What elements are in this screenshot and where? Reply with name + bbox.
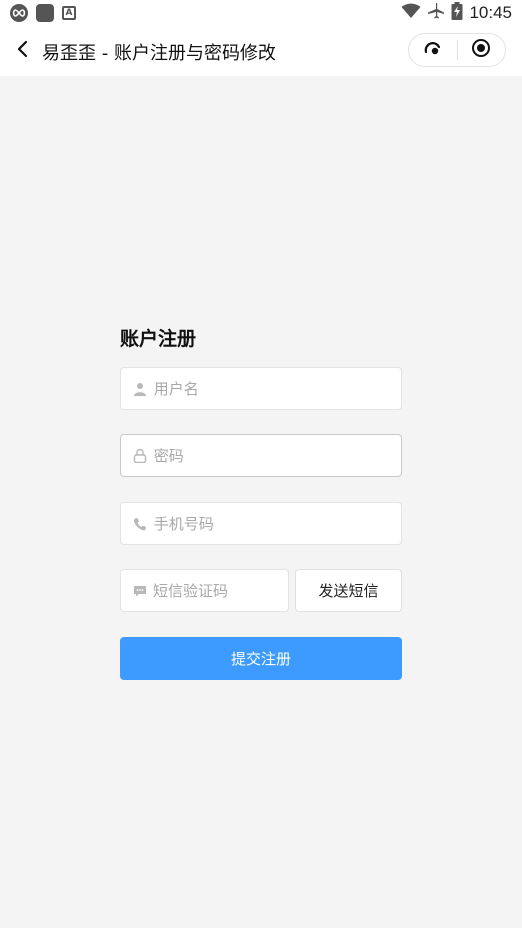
- airplane-icon: [427, 2, 445, 24]
- close-button[interactable]: [457, 34, 505, 66]
- status-time: 10:45: [469, 3, 512, 22]
- lock-icon: [133, 448, 148, 464]
- phone-field[interactable]: [120, 502, 402, 545]
- user-icon: [133, 381, 148, 397]
- username-field[interactable]: [120, 367, 402, 410]
- status-right-icons: 10:45: [401, 2, 512, 24]
- more-dots-icon: [423, 40, 443, 60]
- form-title: 账户注册: [120, 328, 197, 350]
- sms-code-field[interactable]: [120, 569, 289, 612]
- battery-charging-icon: [451, 2, 463, 24]
- phone-icon: [133, 516, 148, 532]
- app-square-icon: [36, 4, 54, 22]
- send-sms-button[interactable]: 发送短信: [295, 569, 402, 612]
- status-bar: A 10:45: [0, 0, 522, 26]
- a-letter-icon: A: [62, 6, 76, 20]
- chevron-left-icon: [16, 40, 30, 62]
- wifi-icon: [401, 3, 421, 23]
- sms-row: 发送短信: [120, 569, 402, 612]
- sms-code-input[interactable]: [153, 581, 288, 600]
- mini-program-capsule: [408, 33, 506, 67]
- message-icon: [133, 583, 147, 599]
- nav-bar: 易歪歪 - 账户注册与密码修改: [0, 26, 522, 76]
- username-input[interactable]: [153, 379, 401, 398]
- password-field[interactable]: [120, 434, 402, 477]
- phone-input[interactable]: [153, 514, 401, 533]
- back-button[interactable]: [8, 36, 38, 66]
- status-left-icons: A: [10, 4, 76, 22]
- password-input[interactable]: [153, 446, 401, 465]
- more-button[interactable]: [409, 34, 457, 66]
- submit-register-button[interactable]: 提交注册: [120, 637, 402, 680]
- close-target-icon: [471, 38, 491, 62]
- infinity-app-icon: [10, 4, 28, 22]
- page-title: 易歪歪 - 账户注册与密码修改: [42, 43, 276, 64]
